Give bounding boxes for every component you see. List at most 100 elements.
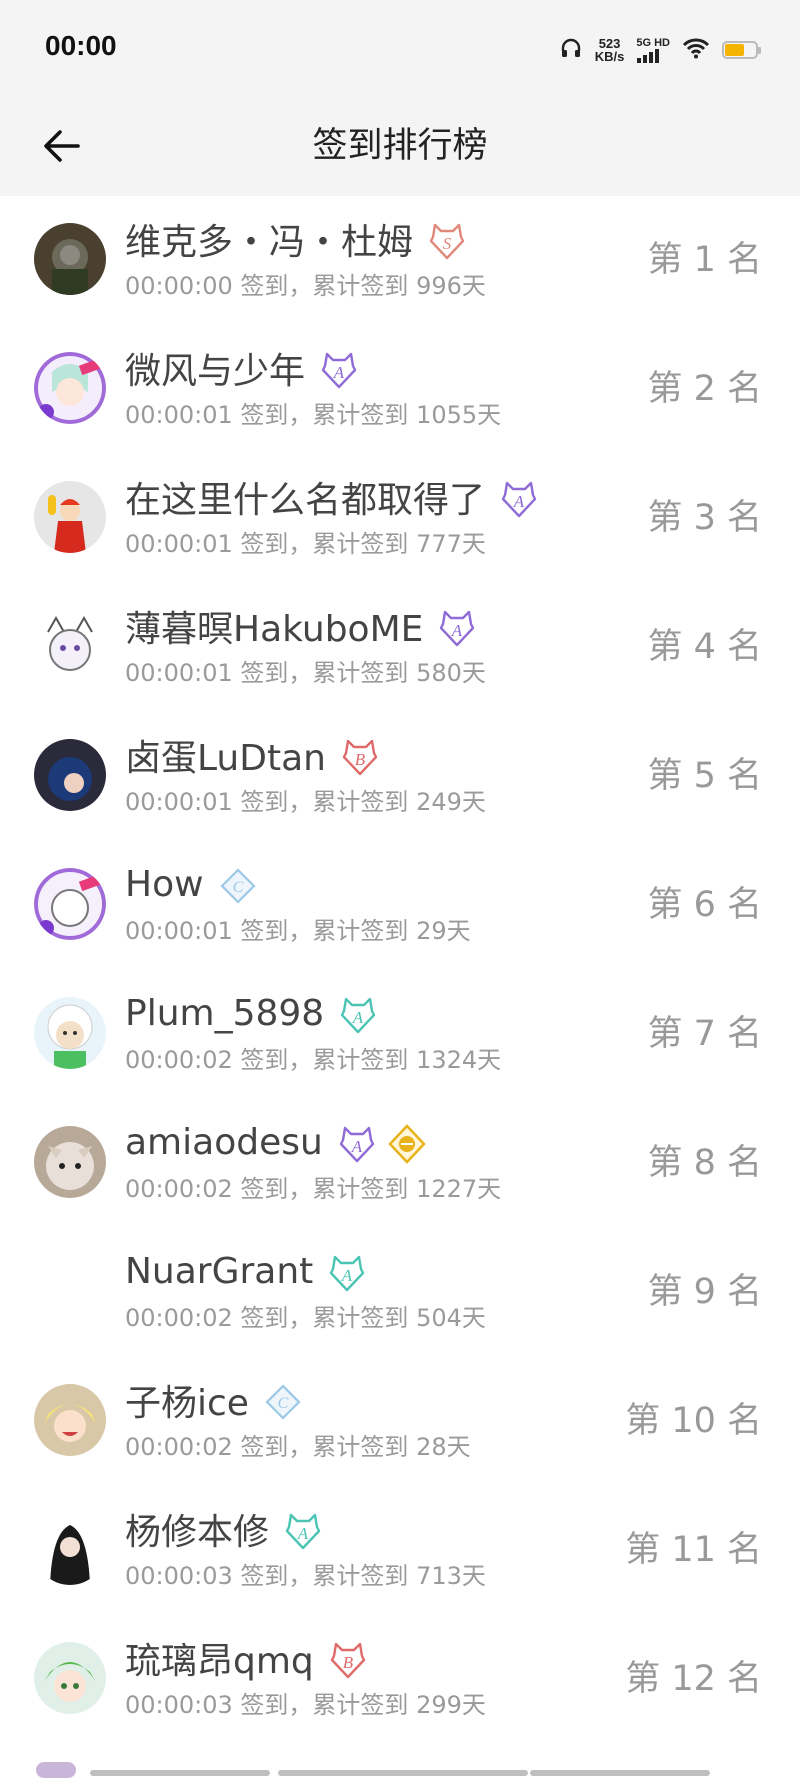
- avatar[interactable]: [34, 1126, 106, 1198]
- rank-label: 第 9 名: [647, 1272, 762, 1312]
- status-time: 00:00: [45, 30, 117, 61]
- svg-text:B: B: [355, 750, 366, 769]
- svg-text:A: A: [341, 1266, 353, 1285]
- user-name[interactable]: 维克多・冯・杜姆: [125, 213, 413, 265]
- level-badge-icon: C: [218, 866, 256, 904]
- name-line: 琉璃昂qmq B: [125, 1632, 365, 1684]
- rank-label: 第 5 名: [647, 756, 762, 796]
- checkin-days: 249天: [416, 788, 486, 816]
- checkin-info: 00:00:00 签到，累计签到 996天: [125, 266, 486, 301]
- name-line: 在这里什么名都取得了 A: [125, 471, 537, 523]
- ranking-row[interactable]: 维克多・冯・杜姆 S 00:00:00 签到，累计签到 996天 第 1 名: [0, 196, 800, 325]
- ranking-row[interactable]: 卤蛋LuDtan B 00:00:01 签到，累计签到 249天 第 5 名: [0, 712, 800, 841]
- network-type: 5G HD: [636, 36, 670, 49]
- ranking-row[interactable]: 琉璃昂qmq B 00:00:03 签到，累计签到 299天 第 12 名: [0, 1615, 800, 1744]
- avatar[interactable]: [34, 610, 106, 682]
- checkin-info: 00:00:02 签到，累计签到 28天: [125, 1427, 471, 1462]
- ranking-row[interactable]: How C 00:00:01 签到，累计签到 29天 第 6 名: [0, 841, 800, 970]
- wifi-icon: [682, 37, 710, 63]
- speed-unit: KB/s: [594, 49, 625, 64]
- user-name[interactable]: amiaodesu: [125, 1122, 323, 1163]
- headphones-icon: [559, 36, 583, 64]
- avatar[interactable]: [34, 1255, 106, 1327]
- level-badge-icon: S: [427, 221, 465, 260]
- user-name[interactable]: How: [125, 864, 204, 905]
- checkin-sep: 签到，累计签到: [232, 788, 417, 816]
- ranking-row[interactable]: amiaodesu A 00:00:02 签到，累计签到 1227天 第 8 名: [0, 1099, 800, 1228]
- ranking-row[interactable]: NuarGrant A 00:00:02 签到，累计签到 504天 第 9 名: [0, 1228, 800, 1357]
- name-line: 杨修本修 A: [125, 1503, 321, 1555]
- user-name[interactable]: 薄暮暝HakuboME: [125, 600, 423, 652]
- name-line: 维克多・冯・杜姆 S: [125, 213, 465, 265]
- name-line: 卤蛋LuDtan B: [125, 729, 378, 781]
- avatar[interactable]: [34, 1384, 106, 1456]
- ranking-list: 维克多・冯・杜姆 S 00:00:00 签到，累计签到 996天 第 1 名微风与少年…: [0, 196, 800, 1744]
- avatar[interactable]: [34, 1642, 106, 1714]
- ranking-row[interactable]: 杨修本修 A 00:00:03 签到，累计签到 713天 第 11 名: [0, 1486, 800, 1615]
- checkin-time: 00:00:02: [125, 1433, 233, 1461]
- name-line: Plum_5898 A: [125, 988, 376, 1038]
- ranking-row[interactable]: 薄暮暝HakuboME A 00:00:01 签到，累计签到 580天 第 4 名: [0, 583, 800, 712]
- user-name[interactable]: 琉璃昂qmq: [125, 1632, 314, 1684]
- svg-text:A: A: [352, 1008, 364, 1027]
- checkin-time: 00:00:02: [125, 1175, 233, 1203]
- checkin-info: 00:00:03 签到，累计签到 713天: [125, 1556, 486, 1591]
- svg-text:A: A: [513, 492, 525, 511]
- checkin-info: 00:00:01 签到，累计签到 580天: [125, 653, 486, 688]
- rank-label: 第 6 名: [647, 885, 762, 925]
- level-badge-icon: B: [340, 737, 378, 776]
- app-header: 签到排行榜: [0, 96, 800, 196]
- checkin-info: 00:00:01 签到，累计签到 1055天: [125, 395, 501, 430]
- svg-text:S: S: [443, 234, 452, 253]
- level-badge-icon: A: [338, 995, 376, 1034]
- back-button[interactable]: [38, 122, 86, 170]
- checkin-time: 00:00:00: [125, 272, 233, 300]
- avatar[interactable]: [34, 1513, 106, 1585]
- user-name[interactable]: NuarGrant: [125, 1251, 313, 1292]
- checkin-time: 00:00:01: [125, 401, 233, 429]
- svg-text:C: C: [232, 879, 243, 896]
- checkin-days: 713天: [416, 1562, 486, 1590]
- ranking-row[interactable]: 微风与少年 A 00:00:01 签到，累计签到 1055天 第 2 名: [0, 325, 800, 454]
- user-name[interactable]: Plum_5898: [125, 993, 324, 1034]
- avatar[interactable]: [34, 352, 106, 424]
- checkin-sep: 签到，累计签到: [232, 917, 417, 945]
- status-bar: 00:00 523 KB/s 5G HD: [0, 0, 800, 96]
- avatar[interactable]: [34, 481, 106, 553]
- level-badge-icon: A: [283, 1511, 321, 1550]
- name-line: amiaodesu A: [125, 1117, 426, 1167]
- checkin-info: 00:00:02 签到，累计签到 1227天: [125, 1169, 501, 1204]
- checkin-sep: 签到，累计签到: [232, 659, 417, 687]
- checkin-sep: 签到，累计签到: [232, 1433, 417, 1461]
- avatar[interactable]: [34, 997, 106, 1069]
- checkin-sep: 签到，累计签到: [232, 1175, 417, 1203]
- checkin-time: 00:00:03: [125, 1691, 233, 1719]
- ranking-row[interactable]: 在这里什么名都取得了 A 00:00:01 签到，累计签到 777天 第 3 名: [0, 454, 800, 583]
- checkin-days: 580天: [416, 659, 486, 687]
- checkin-days: 996天: [416, 272, 486, 300]
- user-name[interactable]: 杨修本修: [125, 1503, 269, 1555]
- cellular-signal: 5G HD: [636, 36, 670, 63]
- checkin-sep: 签到，累计签到: [232, 1304, 417, 1332]
- rank-label: 第 2 名: [647, 369, 762, 409]
- user-name[interactable]: 微风与少年: [125, 342, 305, 394]
- level-badge-icon: A: [337, 1124, 374, 1163]
- ranking-row[interactable]: 子杨ice C 00:00:02 签到，累计签到 28天 第 10 名: [0, 1357, 800, 1486]
- avatar[interactable]: [34, 868, 106, 940]
- ranking-row[interactable]: Plum_5898 A 00:00:02 签到，累计签到 1324天 第 7 名: [0, 970, 800, 1099]
- rank-label: 第 7 名: [647, 1014, 762, 1054]
- level-badge-icon: [387, 1124, 426, 1164]
- checkin-info: 00:00:01 签到，累计签到 777天: [125, 524, 486, 559]
- avatar[interactable]: [34, 223, 106, 295]
- status-icons: 523 KB/s 5G HD: [559, 30, 761, 70]
- checkin-info: 00:00:02 签到，累计签到 1324天: [125, 1040, 501, 1075]
- user-name[interactable]: 子杨ice: [125, 1374, 249, 1426]
- checkin-time: 00:00:01: [125, 917, 233, 945]
- user-name[interactable]: 卤蛋LuDtan: [125, 729, 326, 781]
- checkin-days: 504天: [416, 1304, 486, 1332]
- user-name[interactable]: 在这里什么名都取得了: [125, 471, 485, 523]
- checkin-info: 00:00:02 签到，累计签到 504天: [125, 1298, 486, 1333]
- avatar[interactable]: [34, 739, 106, 811]
- checkin-days: 1227天: [416, 1175, 502, 1203]
- name-line: 微风与少年 A: [125, 342, 357, 394]
